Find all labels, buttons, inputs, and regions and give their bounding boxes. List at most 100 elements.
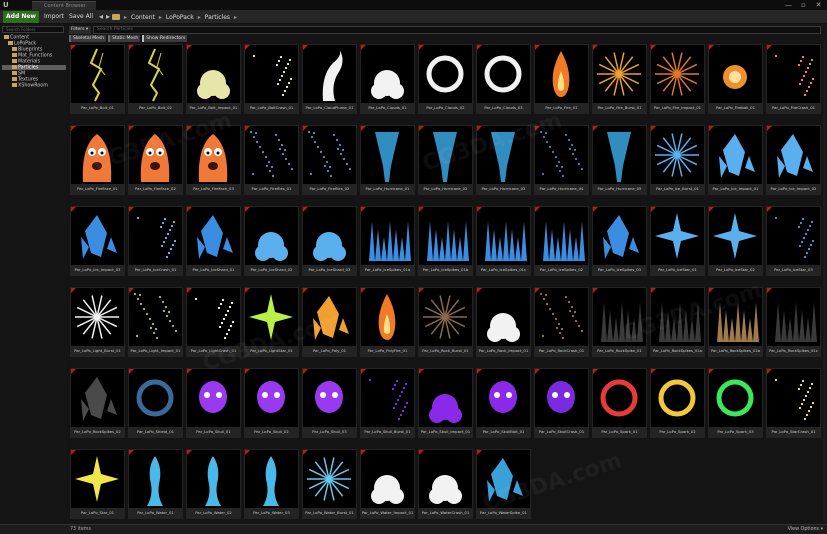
import-button[interactable]: Import	[42, 11, 68, 23]
asset-tile[interactable]: Par_LoPo_Water_01	[128, 449, 183, 519]
asset-tile[interactable]: Par_LoPo_LightStar_01	[244, 287, 299, 357]
asset-tile[interactable]: Par_LoPo_RockSpikes_01b	[708, 287, 763, 357]
asset-tile[interactable]: Par_LoPo_Skull_Burst_01	[360, 368, 415, 438]
close-button[interactable]: ✕	[814, 0, 823, 10]
asset-tile[interactable]: Par_LoPo_Ice_Impact_01	[708, 125, 763, 195]
tree-item-textures[interactable]: Textures	[2, 77, 38, 83]
asset-tile[interactable]: Par_LoPo_Spark_03	[708, 368, 763, 438]
add-new-button[interactable]: Add New ▾	[3, 11, 39, 32]
search-assets-input[interactable]: Search Particles	[93, 26, 821, 34]
asset-tile[interactable]: Par_LoPo_IceShard_03	[302, 206, 357, 276]
tree-item-materials[interactable]: Materials	[2, 59, 40, 65]
asset-tile[interactable]: Par_LoPo_PolyFire_01	[360, 287, 415, 357]
asset-tile[interactable]: Par_LoPo_LightCrash_01	[186, 287, 241, 357]
asset-tile[interactable]: Par_LoPo_Hurricane_05	[592, 125, 647, 195]
filter-chip-show-redirectors[interactable]: Show Redirectors	[142, 35, 188, 42]
maximize-button[interactable]: ▫	[799, 0, 808, 10]
minimize-button[interactable]: —	[784, 0, 793, 10]
view-options-button[interactable]: View Options ▾	[788, 526, 823, 534]
asset-tile[interactable]: Par_LoPo_Water_Burst_01	[302, 449, 357, 519]
asset-tile[interactable]: Par_LoPo_IceSpikes_01a	[360, 206, 415, 276]
asset-tile[interactable]: Par_LoPo_Fire_01	[534, 44, 589, 114]
asset-tile[interactable]: Par_LoPo_Fire_Impact_01	[650, 44, 705, 114]
tree-item-mat-functions[interactable]: Mat_Functions	[2, 53, 52, 59]
asset-tile[interactable]: Par_LoPo_IceStar_02	[708, 206, 763, 276]
asset-tile[interactable]: Par_LoPo_Light_Burst_01	[70, 287, 125, 357]
asset-tile[interactable]: Par_LoPo_Rock_Burst_01	[418, 287, 473, 357]
filter-chip-skeletal-mesh[interactable]: Skeletal Mesh	[69, 35, 107, 42]
asset-tile[interactable]: Par_LoPo_Light_Impact_01	[128, 287, 183, 357]
asset-tile[interactable]: Par_LoPo_Hurricane_03	[476, 125, 531, 195]
asset-tile[interactable]: Par_LoPo_FireFace_03	[186, 125, 241, 195]
asset-tile[interactable]: Par_LoPo_Clouds_03	[476, 44, 531, 114]
asset-tile[interactable]: Par_LoPo_Ice_Burst_01	[650, 125, 705, 195]
forward-button[interactable]: ▸	[104, 11, 112, 23]
asset-tile[interactable]: Par_LoPo_Water_03	[244, 449, 299, 519]
asset-tile[interactable]: Par_LoPo_Shield_01	[128, 368, 183, 438]
asset-tile[interactable]: Par_LoPo_Bolt_02	[128, 44, 183, 114]
tree-item-xshowroom[interactable]: XShowRoom	[2, 83, 48, 89]
asset-tile[interactable]: Par_LoPo_WaterSpike_01	[476, 449, 531, 519]
asset-tile[interactable]: Par_LoPo_Skull_Impact_01	[418, 368, 473, 438]
filters-button[interactable]: Filters ▾	[69, 26, 91, 34]
asset-tile[interactable]: Par_LoPo_Water_02	[186, 449, 241, 519]
asset-tile[interactable]: Par_LoPo_RockSpikes_02	[70, 368, 125, 438]
asset-tile[interactable]: Par_LoPo_Ice_Impact_02	[766, 125, 821, 195]
asset-tile[interactable]: Par_LoPo_Bolt_Impact_01	[186, 44, 241, 114]
asset-tile[interactable]: Par_LoPo_IceSpikes_03	[592, 206, 647, 276]
asset-tile[interactable]: Par_LoPo_Skull_02	[244, 368, 299, 438]
content-browser-tab[interactable]: Content Browser	[32, 1, 96, 10]
search-folders-input[interactable]: Search Folders	[2, 26, 64, 33]
asset-tile[interactable]: Par_LoPo_Fireball_01	[708, 44, 763, 114]
asset-tile[interactable]: Par_LoPo_Fireflies_01	[244, 125, 299, 195]
asset-tile[interactable]: Par_LoPo_WaterCrash_01	[418, 449, 473, 519]
asset-tile[interactable]: Par_LoPo_IceStar_03	[766, 206, 821, 276]
asset-tile[interactable]: Par_LoPo_Bolt_01	[70, 44, 125, 114]
asset-tile[interactable]: Par_LoPo_Spark_02	[650, 368, 705, 438]
asset-tile[interactable]: Par_LoPo_RockSpikes_01a	[650, 287, 705, 357]
asset-tile[interactable]: Par_LoPo_SkullBolt_01	[476, 368, 531, 438]
asset-tile[interactable]: Par_LoPo_Clouds_01	[360, 44, 415, 114]
tree-item-blueprints[interactable]: Blueprints	[2, 47, 42, 53]
breadcrumb-item-particles[interactable]: Particles	[205, 14, 230, 21]
tree-item-sm[interactable]: SM	[2, 71, 25, 77]
tree-item-content[interactable]: Content	[2, 35, 29, 41]
breadcrumb-item-content[interactable]: Content	[131, 14, 155, 21]
filter-chip-static-mesh[interactable]: Static Mesh	[108, 35, 141, 42]
asset-tile[interactable]: Par_LoPo_SkullCrash_01	[534, 368, 589, 438]
asset-tile[interactable]: Par_LoPo_IceShard_01	[186, 206, 241, 276]
asset-tile[interactable]: Par_LoPo_FireCrash_01	[766, 44, 821, 114]
breadcrumb-item-lopopack[interactable]: LoPoPack	[166, 14, 194, 21]
asset-tile[interactable]: Par_LoPo_IceSpikes_01c	[476, 206, 531, 276]
asset-tile[interactable]: Par_LoPo_CloudPlume_01	[302, 44, 357, 114]
tree-item-lopopack[interactable]: LoPoPack	[2, 41, 36, 47]
asset-tile[interactable]: Par_LoPo_Water_Impact_01	[360, 449, 415, 519]
asset-tile[interactable]: Par_LoPo_Hurricane_02	[418, 125, 473, 195]
tree-item-particles[interactable]: Particles	[2, 65, 66, 71]
save-all-button[interactable]: Save All	[67, 11, 95, 23]
asset-tile[interactable]: Par_LoPo_Hurricane_04	[534, 125, 589, 195]
asset-tile[interactable]: Par_LoPo_RockSpikes_01c	[766, 287, 821, 357]
asset-tile[interactable]: Par_LoPo_Skull_01	[186, 368, 241, 438]
asset-tile[interactable]: Par_LoPo_RockCrash_01	[534, 287, 589, 357]
asset-tile[interactable]: Par_LoPo_IceStar_01	[650, 206, 705, 276]
asset-tile[interactable]: Par_LoPo_Rock_Impact_01	[476, 287, 531, 357]
asset-tile[interactable]: Par_LoPo_IceSpikes_02	[534, 206, 589, 276]
asset-tile[interactable]: Par_LoPo_Ice_Impact_03	[70, 206, 125, 276]
asset-tile[interactable]: Par_LoPo_Fireflies_02	[302, 125, 357, 195]
asset-tile[interactable]: Par_LoPo_IceShard_02	[244, 206, 299, 276]
asset-tile[interactable]: Par_LoPo_IceCrash_01	[128, 206, 183, 276]
asset-tile[interactable]: Par_LoPo_StarCrash_01	[766, 368, 821, 438]
asset-tile[interactable]: Par_LoPo_IceSpikes_01b	[418, 206, 473, 276]
asset-tile[interactable]: Par_LoPo_Skull_03	[302, 368, 357, 438]
asset-tile[interactable]: Par_LoPo_Poly_01	[302, 287, 357, 357]
asset-tile[interactable]: Par_LoPo_RockSpike_01	[592, 287, 647, 357]
asset-tile[interactable]: Par_LoPo_Clouds_02	[418, 44, 473, 114]
asset-tile[interactable]: Par_LoPo_Star_01	[70, 449, 125, 519]
asset-tile[interactable]: Par_LoPo_Hurricane_01	[360, 125, 415, 195]
asset-tile[interactable]: Par_LoPo_Fire_Burst_01	[592, 44, 647, 114]
asset-tile[interactable]: Par_LoPo_FireFace_02	[128, 125, 183, 195]
asset-tile[interactable]: Par_LoPo_FireFace_01	[70, 125, 125, 195]
asset-tile[interactable]: Par_LoPo_BoltCrash_01	[244, 44, 299, 114]
asset-tile[interactable]: Par_LoPo_Spark_01	[592, 368, 647, 438]
